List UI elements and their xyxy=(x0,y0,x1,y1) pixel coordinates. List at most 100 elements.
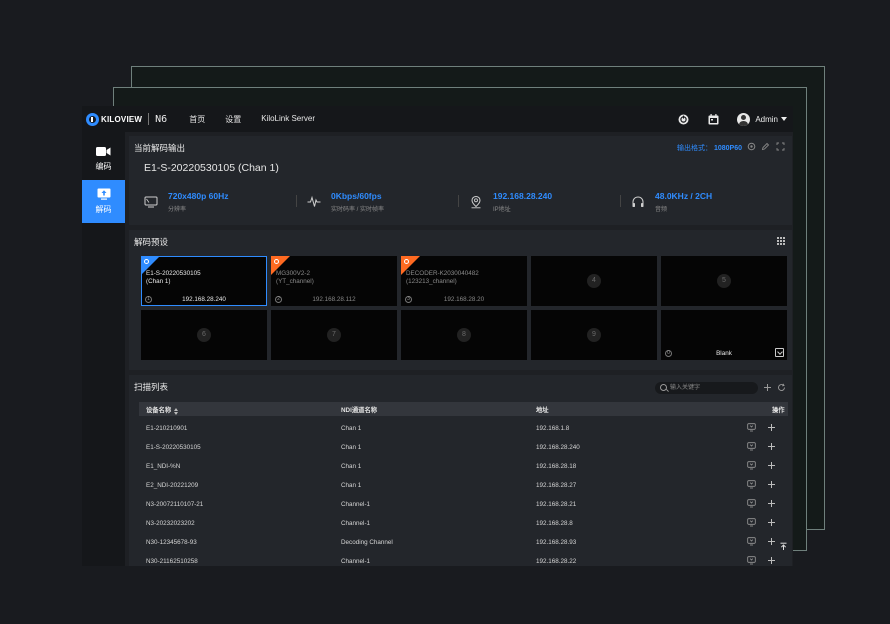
current-device-name: E1-S-20220530105 (Chan 1) xyxy=(144,162,279,174)
panel-title: 当前解码输出 xyxy=(134,143,186,153)
edit-icon[interactable] xyxy=(761,142,770,151)
nav-kilolink-server[interactable]: KiloLink Server xyxy=(261,114,315,125)
scan-list-panel: 扫描列表 设备名称 NDI通道名称 地址 操作 E1-210210901 Chan… xyxy=(129,375,792,566)
refresh-icon[interactable] xyxy=(777,383,786,392)
table-row[interactable]: E2_NDI-20221209 Chan 1 192.168.28.27 xyxy=(139,476,788,495)
cell-ndi-channel: Chan 1 xyxy=(341,444,362,451)
brand-logo[interactable]: KILOVIEW N6 xyxy=(86,106,167,132)
preset-tile-1[interactable]: E1-S-20220530105 (Chan 1) 1 192.168.28.2… xyxy=(141,256,267,306)
add-to-preset-icon[interactable] xyxy=(767,442,776,451)
preset-tile-2[interactable]: MG300V2-2 (YT_channel) 2 192.168.28.112 xyxy=(271,256,397,306)
add-to-preset-icon[interactable] xyxy=(767,499,776,508)
preview-monitor-icon[interactable] xyxy=(747,480,756,489)
table-row[interactable]: N30-12345678-93 Decoding Channel 192.168.2… xyxy=(139,533,788,552)
divider xyxy=(620,195,621,207)
preset-tile-9[interactable]: 9 xyxy=(531,310,657,360)
preview-monitor-icon[interactable] xyxy=(747,537,756,546)
sidebar-item-label: 解码 xyxy=(95,205,112,214)
nav-settings[interactable]: 设置 xyxy=(225,114,241,125)
sort-icon[interactable] xyxy=(174,408,179,415)
add-to-preset-icon[interactable] xyxy=(767,556,776,565)
display-icon xyxy=(144,196,158,208)
panel-title: 解码预设 xyxy=(134,237,169,247)
add-icon[interactable] xyxy=(763,383,772,392)
sidebar-item-decode[interactable]: 解码 xyxy=(82,180,125,223)
preview-monitor-icon[interactable] xyxy=(747,442,756,451)
output-format-label: 输出格式： xyxy=(677,145,713,152)
divider xyxy=(296,195,297,207)
cell-device-name: E1-210210901 xyxy=(146,425,188,432)
preset-tile-3[interactable]: DECODER-K2030040482 (123213_channel) 3 1… xyxy=(401,256,527,306)
preset-tile-5[interactable]: 5 xyxy=(661,256,787,306)
column-header-device[interactable]: 设备名称 xyxy=(146,405,179,415)
cell-ndi-channel: Chan 1 xyxy=(341,482,362,489)
monitor-upload-icon xyxy=(97,188,110,200)
power-icon[interactable] xyxy=(677,113,689,125)
table-row[interactable]: E1_NDI-%N Chan 1 192.168.28.18 xyxy=(139,457,788,476)
headphones-icon xyxy=(632,196,644,207)
settings-gear-icon[interactable] xyxy=(747,142,756,151)
top-bar: KILOVIEW N6 首页 设置 KiloLink Server Admin xyxy=(82,106,793,132)
table-row[interactable]: N30-21162510258 Channel-1 192.168.28.22 xyxy=(139,552,788,566)
table-row[interactable]: N3-20232023202 Channel-1 192.168.28.8 xyxy=(139,514,788,533)
cell-device-name: N30-12345678-93 xyxy=(146,539,197,546)
preview-monitor-icon[interactable] xyxy=(747,518,756,527)
preset-ip: 192.168.28.112 xyxy=(312,296,356,303)
preset-tile-blank[interactable]: 0 Blank xyxy=(661,310,787,360)
search-box xyxy=(655,382,758,394)
grid-layout-icon[interactable] xyxy=(777,237,785,245)
add-to-preset-icon[interactable] xyxy=(767,480,776,489)
bitrate-label: 实时码率 / 实时帧率 xyxy=(331,207,385,213)
table-row[interactable]: E1-210210901 Chan 1 192.168.1.8 xyxy=(139,419,788,438)
waveform-icon xyxy=(307,195,321,207)
cell-address: 192.168.28.21 xyxy=(536,501,577,508)
expand-chevron-icon[interactable] xyxy=(775,348,784,357)
output-format: 输出格式： 1080P60 xyxy=(677,143,742,153)
back-to-top-icon[interactable] xyxy=(779,542,788,551)
table-row[interactable]: N3-20072110107-21 Channel-1 192.168.28.21 xyxy=(139,495,788,514)
user-avatar-icon[interactable] xyxy=(737,112,751,126)
fullscreen-icon[interactable] xyxy=(776,142,785,151)
chevron-down-icon[interactable] xyxy=(781,117,787,121)
user-name[interactable]: Admin xyxy=(755,115,778,124)
cell-ndi-channel: Chan 1 xyxy=(341,425,362,432)
add-to-preset-icon[interactable] xyxy=(767,461,776,470)
preview-monitor-icon[interactable] xyxy=(747,461,756,470)
output-format-value: 1080P60 xyxy=(713,145,742,152)
cell-device-name: N3-20232023202 xyxy=(146,520,195,527)
ndi-icon xyxy=(144,259,149,264)
column-header-address: 地址 xyxy=(536,407,549,414)
preview-monitor-icon[interactable] xyxy=(747,423,756,432)
location-pin-icon xyxy=(471,195,481,209)
calendar-icon[interactable] xyxy=(707,113,719,125)
table-row[interactable]: E1-S-20220530105 Chan 1 192.168.28.240 xyxy=(139,438,788,457)
resolution-label: 分辨率 xyxy=(168,207,187,213)
preset-tile-4[interactable]: 4 xyxy=(531,256,657,306)
preset-tile-6[interactable]: 6 xyxy=(141,310,267,360)
cell-address: 192.168.28.8 xyxy=(536,520,573,527)
add-to-preset-icon[interactable] xyxy=(767,423,776,432)
app-window: KILOVIEW N6 首页 设置 KiloLink Server Admin … xyxy=(82,106,793,566)
add-to-preset-icon[interactable] xyxy=(767,537,776,546)
column-header-actions: 操作 xyxy=(772,407,785,414)
cell-address: 192.168.28.18 xyxy=(536,463,577,470)
add-to-preset-icon[interactable] xyxy=(767,518,776,527)
sidebar: 编码 解码 xyxy=(82,132,125,566)
cell-ndi-channel: Channel-1 xyxy=(341,520,371,527)
ip-label: IP地址 xyxy=(493,207,511,213)
preset-number: 9 xyxy=(587,328,601,342)
nav-home[interactable]: 首页 xyxy=(189,114,205,125)
search-input[interactable] xyxy=(670,382,755,394)
top-right-tools: Admin xyxy=(677,106,793,132)
model-name: N6 xyxy=(155,113,168,125)
preview-monitor-icon[interactable] xyxy=(747,499,756,508)
column-header-label: 设备名称 xyxy=(146,407,172,414)
preset-tile-7[interactable]: 7 xyxy=(271,310,397,360)
preview-monitor-icon[interactable] xyxy=(747,556,756,565)
cell-device-name: N3-20072110107-21 xyxy=(146,501,204,508)
preset-tile-8[interactable]: 8 xyxy=(401,310,527,360)
preset-number: 6 xyxy=(197,328,211,342)
sidebar-item-encode[interactable]: 编码 xyxy=(82,137,125,180)
brand-name: KILOVIEW xyxy=(101,114,143,124)
preset-ip: 192.168.28.20 xyxy=(443,296,485,303)
